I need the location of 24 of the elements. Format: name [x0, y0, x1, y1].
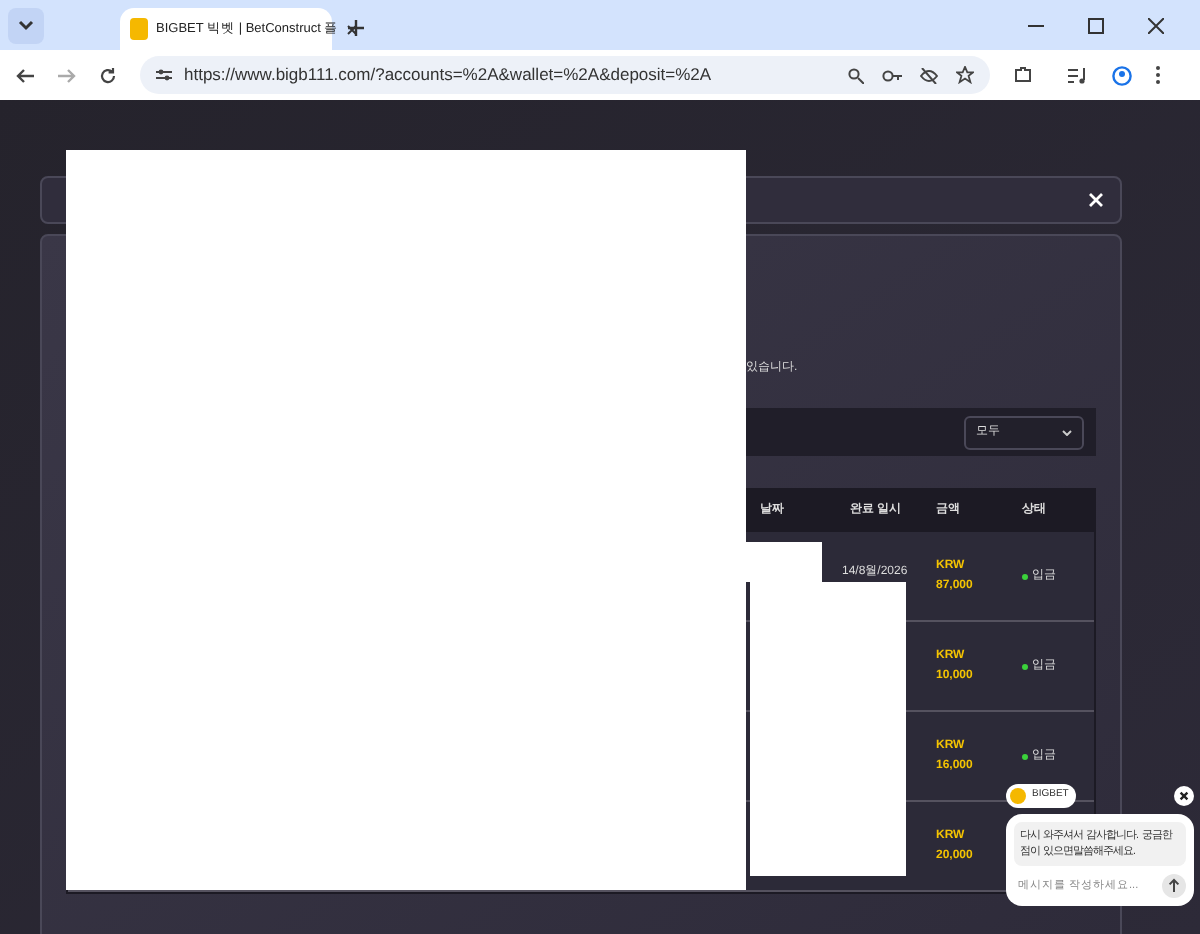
minimize-icon[interactable]	[1028, 24, 1044, 28]
tab-list-button[interactable]	[8, 8, 44, 44]
chevron-down-icon	[18, 20, 34, 32]
address-bar[interactable]: https://www.bigb111.com/?accounts=%2A&wallet=%2A&deposit=%2A	[140, 56, 990, 94]
maximize-icon[interactable]	[1088, 18, 1104, 34]
eye-off-icon[interactable]	[920, 67, 938, 83]
site-settings-icon[interactable]	[156, 68, 172, 82]
extensions-icon[interactable]	[1014, 66, 1032, 84]
reload-icon[interactable]	[100, 67, 116, 83]
close-button[interactable]	[1174, 786, 1194, 806]
zoom-icon[interactable]	[848, 67, 864, 83]
star-icon[interactable]	[956, 66, 974, 84]
chevron-down-icon	[1062, 429, 1072, 435]
media-icon[interactable]	[1068, 67, 1088, 83]
site-logo-icon	[130, 18, 148, 40]
key-icon[interactable]	[882, 69, 902, 81]
send-button[interactable]	[1162, 874, 1186, 898]
logo-icon	[1010, 788, 1026, 804]
back-icon[interactable]	[16, 67, 34, 83]
url-text: https://www.bigb111.com/?accounts=%2A&wallet=%2A&deposit=%2A	[184, 62, 712, 88]
profile-icon[interactable]	[1112, 65, 1132, 85]
close-icon[interactable]	[346, 23, 359, 35]
close-icon[interactable]	[1148, 18, 1164, 34]
new-tab-icon[interactable]	[348, 20, 364, 36]
